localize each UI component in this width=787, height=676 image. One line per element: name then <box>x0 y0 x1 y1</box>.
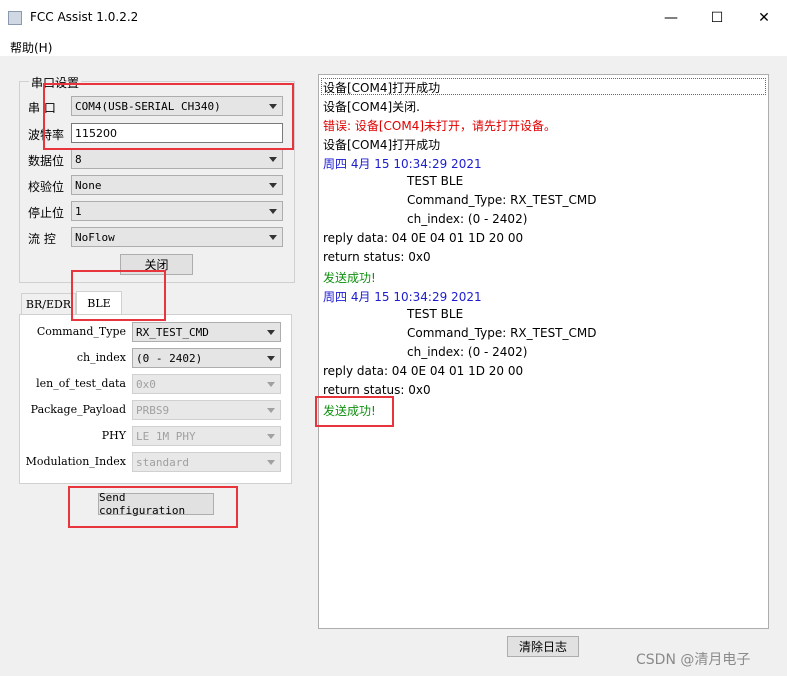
len-of-test-data-label: len_of_test_data <box>36 377 126 390</box>
log-line: return status: 0x0 <box>323 383 431 397</box>
chevron-down-icon <box>267 356 275 361</box>
app-icon <box>8 11 22 25</box>
stop-bits-label: 停止位 <box>28 206 65 220</box>
log-line: TEST BLE <box>407 174 464 188</box>
chevron-down-icon <box>269 209 277 214</box>
phy-select: LE 1M PHY <box>132 426 281 446</box>
highlight-box-success <box>315 396 394 427</box>
log-line: Command_Type: RX_TEST_CMD <box>407 326 597 340</box>
log-line: TEST BLE <box>407 307 464 321</box>
highlight-box-ble-tab <box>71 270 166 321</box>
menu-help[interactable]: 帮助(H) <box>10 39 52 56</box>
log-line: 发送成功! <box>323 271 376 285</box>
maximize-button[interactable]: ☐ <box>694 0 740 36</box>
chevron-down-icon <box>269 235 277 240</box>
ch-index-value: (0 - 2402) <box>136 352 203 365</box>
log-line: 设备[COM4]打开成功 <box>323 138 441 152</box>
flow-label: 流 控 <box>28 232 56 246</box>
chevron-down-icon <box>267 408 275 413</box>
len-of-test-data-value: 0x0 <box>136 378 156 391</box>
log-line: Command_Type: RX_TEST_CMD <box>407 193 597 207</box>
log-line: ch_index: (0 - 2402) <box>407 212 528 226</box>
package-payload-label: Package_Payload <box>30 403 126 416</box>
chevron-down-icon <box>269 183 277 188</box>
command-type-value: RX_TEST_CMD <box>136 326 209 339</box>
tab-br-edr[interactable]: BR/EDR <box>21 293 76 315</box>
command-type-select[interactable]: RX_TEST_CMD <box>132 322 281 342</box>
menu-bar <box>0 36 787 56</box>
chevron-down-icon <box>269 157 277 162</box>
ch-index-select[interactable]: (0 - 2402) <box>132 348 281 368</box>
log-line: ch_index: (0 - 2402) <box>407 345 528 359</box>
minimize-button[interactable]: — <box>648 0 694 36</box>
close-window-button[interactable]: ✕ <box>741 0 787 36</box>
package-payload-select: PRBS9 <box>132 400 281 420</box>
log-line: return status: 0x0 <box>323 250 431 264</box>
modulation-index-label: Modulation_Index <box>25 455 126 468</box>
phy-label: PHY <box>101 429 126 442</box>
flow-value: NoFlow <box>75 231 115 244</box>
log-line: reply data: 04 0E 04 01 1D 20 00 <box>323 231 524 245</box>
command-type-label: Command_Type <box>36 325 126 338</box>
log-line: 设备[COM4]关闭. <box>323 100 420 114</box>
log-line: 周四 4月 15 10:34:29 2021 <box>323 157 482 171</box>
len-of-test-data-select: 0x0 <box>132 374 281 394</box>
log-line: reply data: 04 0E 04 01 1D 20 00 <box>323 364 524 378</box>
parity-value: None <box>75 179 102 192</box>
stop-bits-value: 1 <box>75 205 82 218</box>
log-panel[interactable]: 设备[COM4]打开成功 设备[COM4]关闭. 错误: 设备[COM4]未打开，请… <box>318 74 769 629</box>
highlight-box-serial <box>43 83 294 150</box>
log-line: 周四 4月 15 10:34:29 2021 <box>323 290 482 304</box>
chevron-down-icon <box>267 382 275 387</box>
watermark: CSDN @清月电子 <box>636 652 751 668</box>
phy-value: LE 1M PHY <box>136 430 196 443</box>
parity-select[interactable]: None <box>71 175 283 195</box>
clear-log-button[interactable]: 清除日志 <box>507 636 579 657</box>
modulation-index-select: standard <box>132 452 281 472</box>
log-line: 设备[COM4]打开成功 <box>323 81 441 95</box>
highlight-box-send <box>68 486 238 528</box>
chevron-down-icon <box>267 330 275 335</box>
window-title: FCC Assist 1.0.2.2 <box>30 10 139 24</box>
chevron-down-icon <box>267 460 275 465</box>
parity-label: 校验位 <box>28 180 65 194</box>
modulation-index-value: standard <box>136 456 189 469</box>
log-line: 错误: 设备[COM4]未打开，请先打开设备。 <box>323 119 557 133</box>
stop-bits-select[interactable]: 1 <box>71 201 283 221</box>
package-payload-value: PRBS9 <box>136 404 170 417</box>
data-bits-select[interactable]: 8 <box>71 149 283 169</box>
ch-index-label: ch_index <box>76 351 126 364</box>
data-bits-value: 8 <box>75 153 82 166</box>
chevron-down-icon <box>267 434 275 439</box>
data-bits-label: 数据位 <box>28 154 65 168</box>
flow-select[interactable]: NoFlow <box>71 227 283 247</box>
